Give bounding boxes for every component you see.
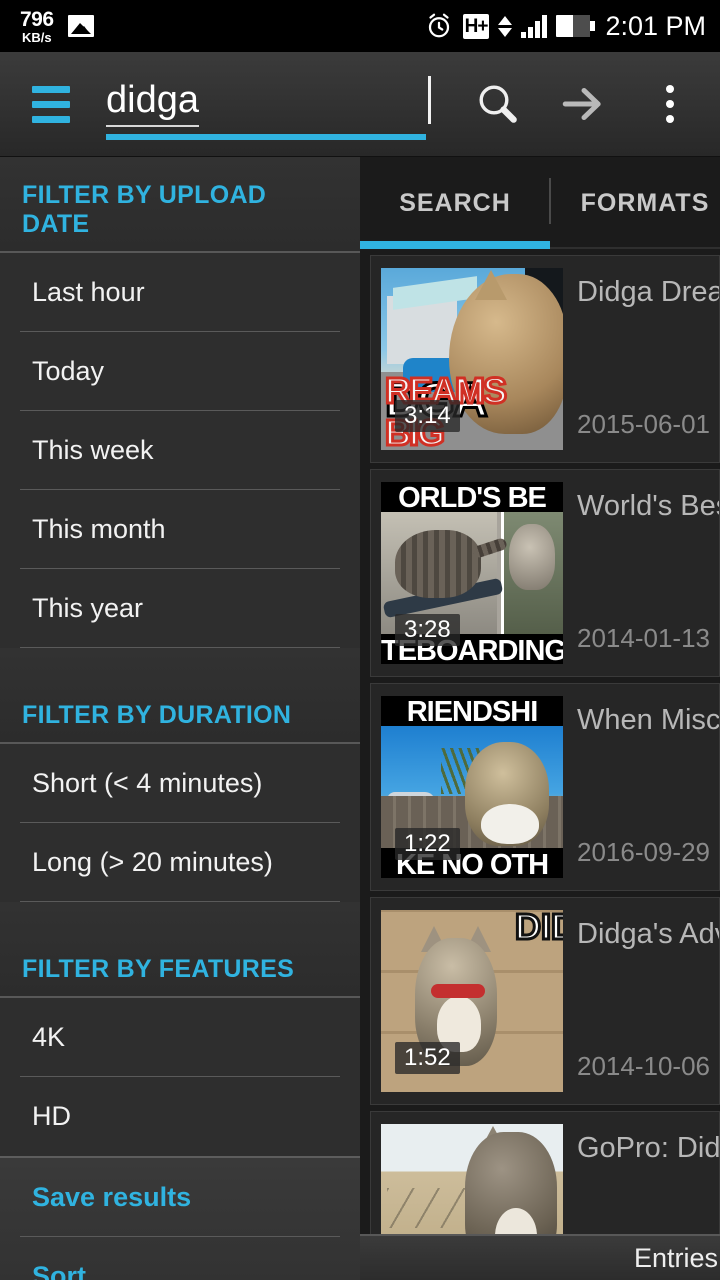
result-meta: GoPro: Didga the Skateboarding Cat — [563, 1112, 719, 1234]
section-header-upload-date: FILTER BY UPLOAD DATE — [0, 157, 360, 253]
sidebar-item-hd[interactable]: HD — [0, 1077, 360, 1156]
result-meta: Didga's Adventure Compilation 2014-10-06 — [563, 898, 719, 1104]
thumbnail-vertical-text: DIDGa — [514, 910, 564, 947]
search-input[interactable]: didga — [106, 76, 431, 140]
result-title: Didga Dreams Big - Cat Trick Compilation — [577, 276, 719, 308]
section-header-duration: FILTER BY DURATION — [0, 648, 360, 744]
search-input-value[interactable]: didga — [106, 81, 199, 127]
sidebar-item-short[interactable]: Short (< 4 minutes) — [0, 744, 360, 823]
result-item[interactable]: RIENDSHI KE NO OTH 1:22 When Miscellaneo… — [370, 683, 720, 891]
result-meta: Didga Dreams Big - Cat Trick Compilation… — [563, 256, 719, 462]
duration-badge: 3:14 — [395, 400, 460, 432]
sort-button[interactable]: Sort — [0, 1237, 360, 1280]
sidebar-item-this-month[interactable]: This month — [0, 490, 360, 569]
sidebar-item-today[interactable]: Today — [0, 332, 360, 411]
result-date: 2014-10-06 — [577, 1051, 710, 1081]
data-transfer-arrows-icon — [498, 15, 513, 37]
tab-bar: SEARCH FORMATS — [360, 157, 720, 249]
network-speed-unit: KB/s — [21, 29, 52, 45]
duration-badge: 1:22 — [395, 828, 460, 860]
cellular-signal-icon — [521, 14, 548, 38]
status-bar-clock: 2:01 PM — [605, 10, 706, 41]
app-toolbar: didga — [0, 52, 720, 157]
alarm-clock-icon — [428, 13, 449, 38]
result-date: 2014-01-13 — [577, 623, 710, 653]
overflow-menu-icon — [666, 85, 674, 123]
tab-search[interactable]: SEARCH — [360, 158, 550, 248]
app-root: 796 KB/s H+ 2:01 PM didga FILTER BY UPLO… — [0, 0, 720, 1280]
image-icon — [67, 15, 94, 37]
text-caret — [428, 76, 431, 124]
sidebar-item-long[interactable]: Long (> 20 minutes) — [0, 823, 360, 902]
result-title: When Miscellaneous Cats Become Friends — [577, 704, 719, 736]
entries-label: Entries — [633, 1242, 718, 1273]
video-thumbnail: DIDGa 1:52 — [381, 910, 563, 1092]
tab-active-indicator — [360, 241, 550, 249]
filters-sidebar[interactable]: FILTER BY UPLOAD DATE Last hour Today Th… — [0, 157, 360, 1280]
toolbar-actions — [470, 74, 720, 134]
status-bar: 796 KB/s H+ 2:01 PM — [0, 0, 720, 52]
video-thumbnail — [381, 1124, 563, 1234]
search-button[interactable] — [470, 74, 526, 134]
sidebar-item-last-hour[interactable]: Last hour — [0, 253, 360, 332]
search-field-underline — [106, 134, 426, 140]
result-meta: When Miscellaneous Cats Become Friends 2… — [563, 684, 719, 890]
tab-formats[interactable]: FORMATS — [549, 158, 720, 248]
results-bottom-bar: Entries — [360, 1234, 720, 1280]
arrow-right-icon — [562, 87, 601, 121]
duration-badge: 1:52 — [395, 1042, 460, 1074]
thumbnail-band-top: ORLD'S BE — [381, 482, 563, 512]
video-thumbnail: DGA REAMS BIG 3:14 — [381, 268, 563, 450]
search-icon — [479, 85, 517, 123]
sidebar-item-this-year[interactable]: This year — [0, 569, 360, 648]
result-date: 2015-06-01 — [577, 409, 710, 439]
duration-badge: 3:28 — [395, 614, 460, 646]
result-item[interactable]: DIDGa 1:52 Didga's Adventure Compilation… — [370, 897, 720, 1105]
status-bar-left: 796 KB/s — [0, 9, 94, 44]
sidebar-item-this-week[interactable]: This week — [0, 411, 360, 490]
video-thumbnail: RIENDSHI KE NO OTH 1:22 — [381, 696, 563, 878]
go-button[interactable] — [556, 74, 612, 134]
video-thumbnail: ORLD'S BE TEBOARDING 3:28 — [381, 482, 563, 664]
network-speed-value: 796 — [20, 7, 54, 31]
thumbnail-art — [381, 1124, 563, 1234]
search-results-list[interactable]: DGA REAMS BIG 3:14 Didga Dreams Big - Ca… — [360, 249, 720, 1234]
result-item[interactable]: DGA REAMS BIG 3:14 Didga Dreams Big - Ca… — [370, 255, 720, 463]
result-date: 2016-09-29 — [577, 837, 710, 867]
result-item[interactable]: ORLD'S BE TEBOARDING 3:28 World's Best C… — [370, 469, 720, 677]
main-panel: SEARCH FORMATS DGA REAMS BIG 3:14 — [360, 157, 720, 1280]
network-speed-indicator: 796 KB/s — [20, 9, 54, 44]
result-title: GoPro: Didga the Skateboarding Cat — [577, 1132, 719, 1164]
hamburger-menu-icon[interactable] — [32, 85, 70, 123]
sidebar-item-4k[interactable]: 4K — [0, 998, 360, 1077]
status-bar-right: H+ 2:01 PM — [424, 11, 720, 42]
result-title: World's Best Cat Tricks - Go Didga Go — [577, 490, 719, 522]
overflow-menu-button[interactable] — [642, 74, 698, 134]
thumbnail-band-top: RIENDSHI — [381, 696, 563, 726]
result-item[interactable]: GoPro: Didga the Skateboarding Cat — [370, 1111, 720, 1234]
result-title: Didga's Adventure Compilation — [577, 918, 719, 950]
save-results-button[interactable]: Save results — [0, 1158, 360, 1237]
sidebar-actions: Save results Sort — [0, 1156, 360, 1280]
hsdpa-plus-icon: H+ — [462, 13, 490, 39]
result-meta: World's Best Cat Tricks - Go Didga Go 20… — [563, 470, 719, 676]
battery-icon — [556, 15, 596, 37]
section-header-features: FILTER BY FEATURES — [0, 902, 360, 998]
